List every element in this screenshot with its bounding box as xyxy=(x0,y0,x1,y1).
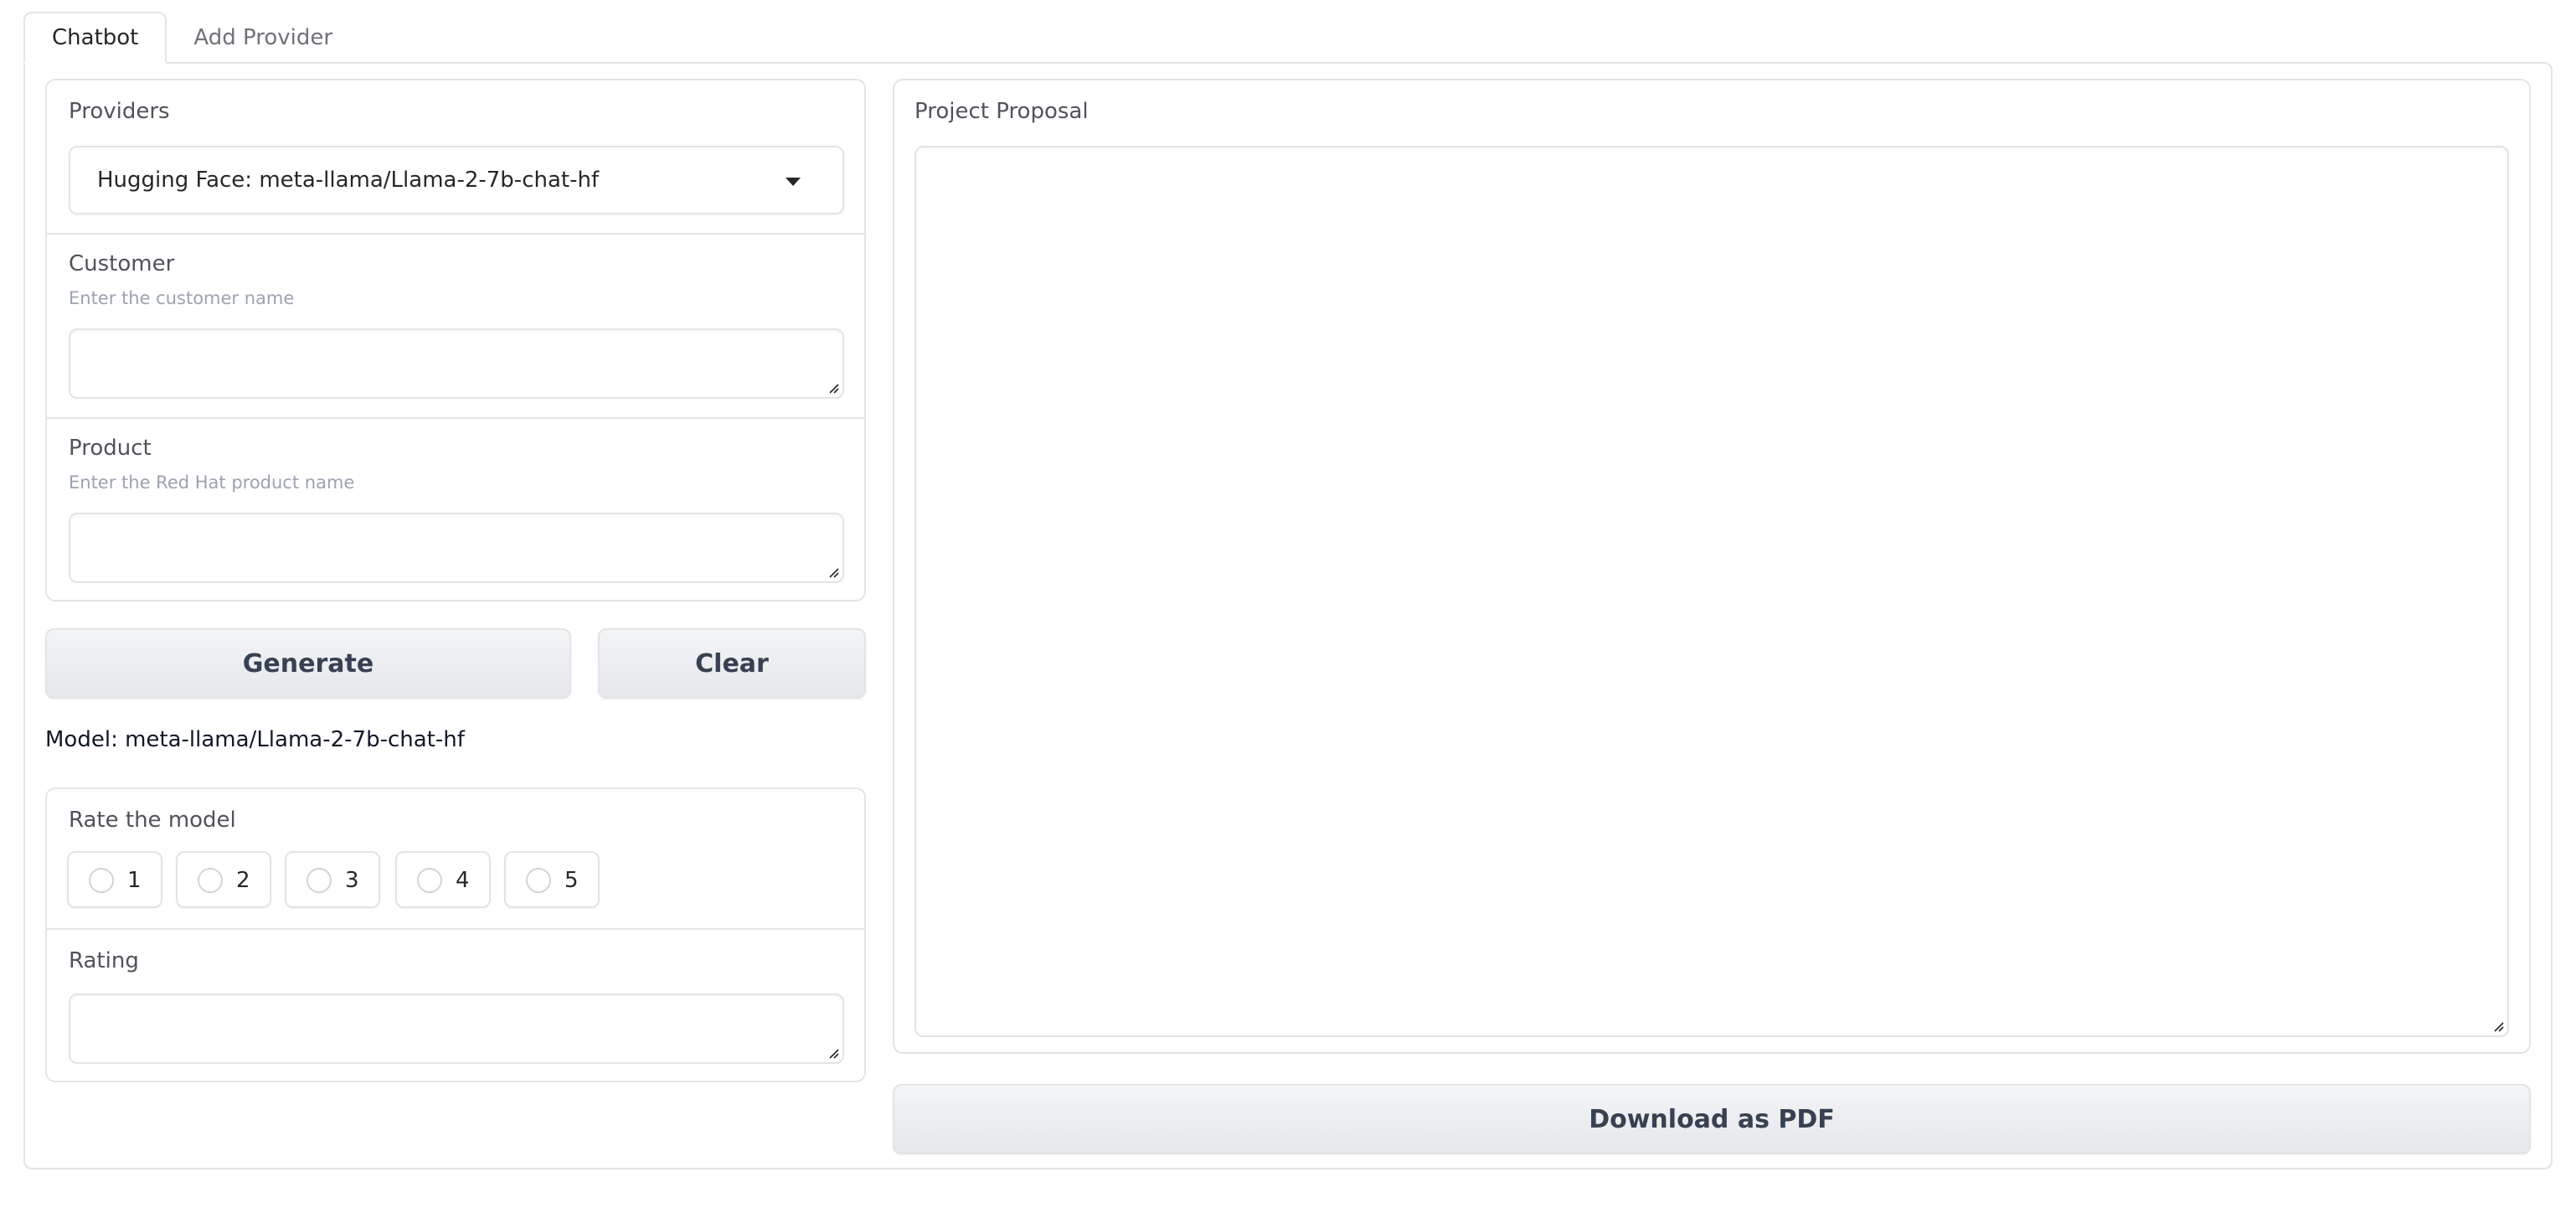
customer-input[interactable] xyxy=(69,328,844,399)
tab-chatbot[interactable]: Chatbot xyxy=(23,12,167,64)
rating-option-1[interactable]: 1 xyxy=(67,851,162,908)
rating-option-2[interactable]: 2 xyxy=(176,851,271,908)
proposal-label: Project Proposal xyxy=(914,99,1089,124)
tab-add-provider[interactable]: Add Provider xyxy=(167,12,359,64)
tab-bar: Chatbot Add Provider xyxy=(23,12,359,64)
download-pdf-button[interactable]: Download as PDF xyxy=(893,1084,2531,1154)
proposal-textarea[interactable] xyxy=(914,146,2509,1037)
model-info-text: Model: meta-llama/Llama-2-7b-chat-hf xyxy=(45,727,465,752)
input-form-block: Providers Hugging Face: meta-llama/Llama… xyxy=(45,79,866,601)
divider xyxy=(47,928,864,930)
chevron-down-icon xyxy=(786,178,801,186)
product-input[interactable] xyxy=(69,513,844,583)
rating-option-5[interactable]: 5 xyxy=(504,851,600,908)
product-label: Product xyxy=(69,436,152,461)
generate-button[interactable]: Generate xyxy=(45,628,571,699)
radio-circle-icon[interactable] xyxy=(307,868,332,893)
divider xyxy=(47,417,864,419)
rating-option-label: 5 xyxy=(564,868,579,893)
rating-option-label: 4 xyxy=(456,868,470,893)
providers-selected-value: Hugging Face: meta-llama/Llama-2-7b-chat… xyxy=(97,168,600,193)
resize-handle-icon[interactable] xyxy=(827,1047,839,1059)
divider xyxy=(47,233,864,235)
resize-handle-icon[interactable] xyxy=(827,382,839,394)
rating-block: Rate the model Rating xyxy=(45,787,866,1082)
rating-option-3[interactable]: 3 xyxy=(285,851,380,908)
radio-circle-icon[interactable] xyxy=(198,868,223,893)
rating-label: Rating xyxy=(69,948,139,973)
radio-circle-icon[interactable] xyxy=(417,868,442,893)
rating-input[interactable] xyxy=(69,994,844,1064)
providers-label: Providers xyxy=(69,99,170,124)
rating-option-label: 3 xyxy=(345,868,359,893)
resize-handle-icon[interactable] xyxy=(2492,1020,2504,1032)
customer-info: Enter the customer name xyxy=(69,288,295,308)
radio-circle-icon[interactable] xyxy=(89,868,114,893)
proposal-block: Project Proposal xyxy=(893,79,2531,1054)
resize-handle-icon[interactable] xyxy=(827,566,839,578)
clear-button[interactable]: Clear xyxy=(598,628,866,699)
customer-label: Customer xyxy=(69,251,175,276)
product-info: Enter the Red Hat product name xyxy=(69,472,355,493)
rating-option-label: 1 xyxy=(127,868,142,893)
rating-option-label: 2 xyxy=(236,868,250,893)
rate-model-label: Rate the model xyxy=(69,808,236,833)
rating-option-4[interactable]: 4 xyxy=(395,851,491,908)
providers-dropdown[interactable]: Hugging Face: meta-llama/Llama-2-7b-chat… xyxy=(69,146,844,214)
radio-circle-icon[interactable] xyxy=(526,868,551,893)
